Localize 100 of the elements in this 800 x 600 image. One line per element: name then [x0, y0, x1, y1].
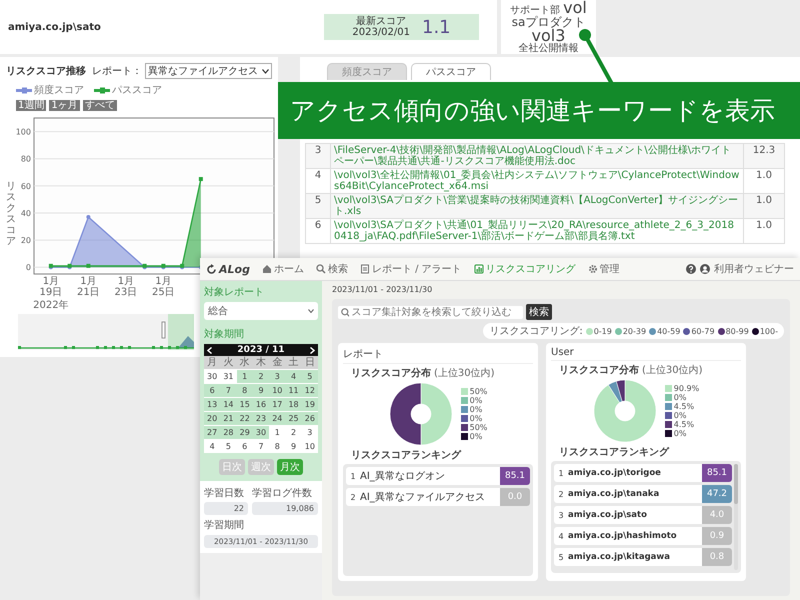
ranking-row[interactable]: 3 amiya.co.jp\sato 4.0 — [554, 506, 732, 524]
calendar-day[interactable]: 28 — [220, 425, 237, 439]
calendar-day[interactable]: 20 — [204, 411, 220, 425]
user-icon[interactable] — [700, 264, 710, 274]
nav-item[interactable]: ホーム — [262, 262, 304, 276]
nav-item[interactable]: レポート / アラート — [360, 262, 462, 276]
point — [198, 177, 203, 182]
range-button[interactable]: すべて — [82, 100, 117, 111]
rank-name: AI_異常なログオン — [360, 470, 446, 483]
calendar-day[interactable]: 1 — [269, 425, 286, 439]
nav-item[interactable]: 検索 — [316, 262, 348, 276]
calendar-day[interactable]: 11 — [285, 383, 302, 397]
legend-value: 0% — [470, 414, 482, 423]
calendar-day[interactable]: 29 — [236, 425, 253, 439]
account-name[interactable]: 利用者ウェビナー — [714, 262, 794, 276]
range-button[interactable]: 1週間 — [16, 100, 46, 111]
calendar-month: 2023 / 11 — [237, 345, 285, 355]
field-label: 対象レポート — [204, 286, 265, 299]
report-select[interactable]: 総合 — [204, 302, 318, 320]
section-note: (上位30位内) — [434, 366, 495, 380]
calendar-day[interactable]: 5 — [220, 439, 237, 453]
legend-swatch — [460, 406, 468, 413]
calendar-day[interactable]: 19 — [302, 397, 318, 411]
calendar-day[interactable]: 18 — [285, 397, 302, 411]
year-label: 2022年 — [32, 300, 70, 311]
gear-icon — [588, 264, 598, 274]
nav-item[interactable]: 管理 — [588, 262, 620, 276]
range-button[interactable]: 1ヶ月 — [49, 100, 80, 111]
calendar-day[interactable]: 7 — [220, 383, 237, 397]
report-label: レポート： — [92, 65, 142, 78]
search-icon — [316, 264, 326, 274]
rank-number: 3 — [557, 510, 565, 520]
point — [86, 215, 90, 220]
calendar-day[interactable]: 15 — [236, 397, 253, 411]
document-icon — [360, 264, 370, 274]
calendar-day[interactable]: 4 — [285, 369, 302, 383]
ranking-row[interactable]: 5 amiya.co.jp\kitagawa 0.8 — [554, 548, 732, 566]
calendar-day[interactable]: 12 — [302, 383, 318, 397]
calendar-day[interactable]: 21 — [220, 411, 237, 425]
calendar-day[interactable]: 1 — [236, 369, 253, 383]
weekday-label: 火 — [220, 356, 237, 369]
stat-label: 学習日数 — [204, 487, 245, 500]
calendar-day[interactable]: 30 — [252, 425, 270, 439]
chevron-left-icon[interactable] — [207, 346, 212, 354]
calendar-day[interactable]: 3 — [269, 369, 286, 383]
calendar-day[interactable]: 10 — [269, 383, 286, 397]
rank-name: amiya.co.jp\sato — [568, 510, 648, 520]
help-icon[interactable] — [686, 264, 696, 274]
calendar-day[interactable]: 26 — [302, 411, 318, 425]
table-cell: 3 — [306, 144, 330, 168]
calendar-day[interactable]: 9 — [285, 439, 302, 453]
calendar-day[interactable]: 8 — [236, 383, 253, 397]
calendar-day[interactable]: 16 — [252, 397, 270, 411]
calendar-day[interactable]: 2 — [252, 369, 270, 383]
weekday-label: 土 — [285, 356, 302, 369]
ranking-row[interactable]: 1 amiya.co.jp\torigoe 85.1 — [554, 464, 732, 482]
axis-tick-label: 1月19日 — [38, 276, 64, 298]
calendar-day[interactable]: 22 — [236, 411, 253, 425]
table-cell: \FileServer-4\技術\開発部\製品情報\ALog\ALogCloud\ドキュメント\公開仕様\ホワイトペーパー\製品共通\共通-リスクスコア機能使用法.doc — [330, 144, 744, 168]
report-select[interactable]: 異常なファイルアクセス — [145, 63, 272, 79]
calendar-day[interactable]: 9 — [252, 383, 270, 397]
calendar-day[interactable]: 5 — [302, 369, 318, 383]
scrollbar[interactable] — [734, 464, 738, 570]
calendar-day[interactable]: 7 — [252, 439, 270, 453]
ranking-row[interactable]: 1 AI_異常なログオン 85.1 — [346, 467, 530, 485]
banner-text: アクセス傾向の強い関連キーワードを表示 — [290, 95, 775, 127]
calendar-day[interactable]: 6 — [204, 383, 220, 397]
ranking-row[interactable]: 4 amiya.co.jp\hashimoto 0.9 — [554, 527, 732, 545]
calendar-day[interactable]: 27 — [204, 425, 220, 439]
tab[interactable]: パススコア — [411, 63, 491, 80]
calendar-day[interactable]: 6 — [236, 439, 253, 453]
calendar-day[interactable]: 14 — [220, 397, 237, 411]
rank-name: amiya.co.jp\torigoe — [568, 468, 662, 478]
legend-value: 0% — [470, 396, 482, 405]
axis-tick-label: 20 — [20, 236, 31, 246]
score-label: 最新スコア — [356, 16, 406, 27]
calendar-day[interactable]: 8 — [269, 439, 286, 453]
ranking-row[interactable]: 2 amiya.co.jp\tanaka 47.2 — [554, 485, 732, 503]
calendar-day[interactable]: 4 — [204, 439, 220, 453]
axis-tick-label: 60 — [20, 182, 31, 191]
calendar-day[interactable]: 3 — [302, 425, 318, 439]
logo-text: ALog — [219, 262, 250, 276]
search-button[interactable]: 検索 — [526, 304, 552, 320]
chevron-right-icon[interactable] — [310, 346, 315, 354]
home-icon — [262, 264, 272, 274]
card-title: レポート — [343, 347, 533, 364]
calendar-day[interactable]: 2 — [285, 425, 302, 439]
calendar-day[interactable]: 24 — [269, 411, 286, 425]
ranking-row[interactable]: 2 AI_異常なファイルアクセス 0.0 — [346, 488, 530, 506]
field-label: 対象期間 — [204, 328, 245, 341]
legend-swatch — [664, 385, 672, 392]
legend-swatch — [664, 394, 672, 401]
legend-label: 20-39 — [622, 326, 646, 336]
calendar-day[interactable]: 23 — [252, 411, 270, 425]
calendar-day[interactable]: 13 — [204, 397, 220, 411]
calendar-day[interactable]: 17 — [269, 397, 286, 411]
weekday-label: 水 — [236, 356, 253, 369]
calendar-day[interactable]: 10 — [302, 439, 318, 453]
calendar-day[interactable]: 25 — [285, 411, 302, 425]
table-cell: 6 — [306, 218, 330, 244]
